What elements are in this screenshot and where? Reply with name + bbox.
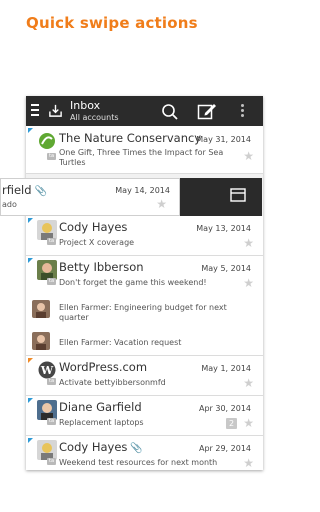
- unread-marker: [28, 438, 33, 443]
- message-row[interactable]: ta Betty Ibberson May 5, 2014 Don't forg…: [26, 256, 263, 356]
- thread-message-subject[interactable]: Ellen Farmer: Vacation request: [59, 338, 181, 348]
- message-row[interactable]: ta Diane Garfield Apr 30, 2014 Replaceme…: [26, 396, 263, 436]
- svg-text:W: W: [40, 364, 54, 377]
- promo-title: Quick swipe actions: [26, 14, 198, 32]
- message-date: May 13, 2014: [196, 224, 251, 233]
- attachment-icon: 📎: [130, 443, 143, 454]
- unread-marker: [28, 398, 33, 403]
- wordpress-logo-icon: W: [37, 360, 57, 380]
- message-subject: Project X coverage: [59, 238, 135, 247]
- label-tag-icon: ta: [47, 378, 56, 385]
- overflow-menu-icon[interactable]: [241, 104, 245, 118]
- message-row[interactable]: ta Cody Hayes 📎 Apr 29, 2014 Weekend test…: [26, 436, 263, 470]
- message-date: May 31, 2014: [196, 135, 251, 144]
- message-row[interactable]: W ta WordPress.com May 1, 2014 Activate …: [26, 356, 263, 396]
- message-sender: Cody Hayes 📎: [59, 440, 143, 454]
- star-icon[interactable]: ★: [243, 456, 254, 470]
- message-row[interactable]: ta The Nature Conservancy May 31, 2014 O…: [26, 126, 263, 174]
- star-icon[interactable]: ★: [243, 236, 254, 250]
- message-row[interactable]: ta Cody Hayes May 13, 2014 Project X cov…: [26, 216, 263, 256]
- message-subject: One Gift, Three Times the Impact for Sea…: [59, 148, 224, 167]
- message-sender: rfield 📎: [2, 183, 47, 197]
- label-tag-icon: ta: [47, 153, 56, 160]
- label-tag-icon: ta: [47, 418, 56, 425]
- compose-icon[interactable]: [197, 102, 217, 121]
- attachment-icon: 📎: [34, 186, 47, 197]
- message-subject: Activate bettyibbersonmfd: [59, 378, 166, 387]
- star-icon[interactable]: ★: [243, 149, 254, 163]
- message-subject: Weekend test resources for next month: [59, 458, 218, 467]
- message-sender: The Nature Conservancy: [59, 131, 202, 145]
- inbox-icon[interactable]: [48, 103, 63, 118]
- phone-screen: Inbox All accounts ta The Nature Conserv…: [26, 96, 263, 470]
- archive-action-panel[interactable]: [180, 178, 262, 216]
- message-subject: Replacement laptops: [59, 418, 144, 427]
- avatar: [37, 260, 57, 280]
- message-date: May 14, 2014: [115, 186, 170, 195]
- unread-marker: [28, 358, 33, 363]
- nature-conservancy-logo-icon: [37, 131, 57, 151]
- star-icon[interactable]: ★: [156, 197, 167, 211]
- message-date: May 1, 2014: [201, 364, 251, 373]
- message-sender: WordPress.com: [59, 360, 148, 374]
- unread-marker: [28, 218, 33, 223]
- message-date: Apr 29, 2014: [198, 444, 251, 453]
- message-subject: ado: [2, 200, 17, 209]
- message-sender: Diane Garfield: [59, 400, 142, 414]
- avatar: [37, 400, 57, 420]
- sender-name: Cody Hayes: [59, 440, 128, 454]
- label-tag-icon: ta: [47, 238, 56, 245]
- inbox-title[interactable]: Inbox: [70, 99, 100, 112]
- sender-name: rfield: [2, 183, 32, 197]
- star-icon[interactable]: ★: [243, 276, 254, 290]
- avatar: [37, 220, 57, 240]
- avatar: [32, 332, 50, 350]
- unread-marker: [28, 128, 33, 133]
- unread-marker: [28, 258, 33, 263]
- thread-message-subject[interactable]: Ellen Farmer: Engineering budget for nex…: [59, 303, 239, 323]
- promo-header: Quick swipe actions: [0, 0, 288, 96]
- label-tag-icon: ta: [47, 458, 56, 465]
- avatar: [32, 300, 50, 318]
- star-icon[interactable]: ★: [243, 416, 254, 430]
- message-date: Apr 30, 2014: [198, 404, 251, 413]
- avatar: [37, 440, 57, 460]
- archive-icon[interactable]: [230, 187, 246, 203]
- star-icon[interactable]: ★: [243, 376, 254, 390]
- message-count-badge: 2: [226, 418, 237, 429]
- swiped-message-row[interactable]: rfield 📎 May 14, 2014 ado ★: [0, 178, 262, 216]
- drawer-menu-icon[interactable]: [31, 104, 39, 117]
- message-subject: Don't forget the game this weekend!: [59, 278, 207, 287]
- search-icon[interactable]: [161, 103, 179, 121]
- message-sender: Cody Hayes: [59, 220, 128, 234]
- inbox-subtitle[interactable]: All accounts: [70, 113, 119, 122]
- message-sender: Betty Ibberson: [59, 260, 144, 274]
- message-date: May 5, 2014: [201, 264, 251, 273]
- swiped-message-card[interactable]: rfield 📎 May 14, 2014 ado ★: [0, 178, 180, 216]
- label-tag-icon: ta: [47, 278, 56, 285]
- action-bar: Inbox All accounts: [26, 96, 263, 126]
